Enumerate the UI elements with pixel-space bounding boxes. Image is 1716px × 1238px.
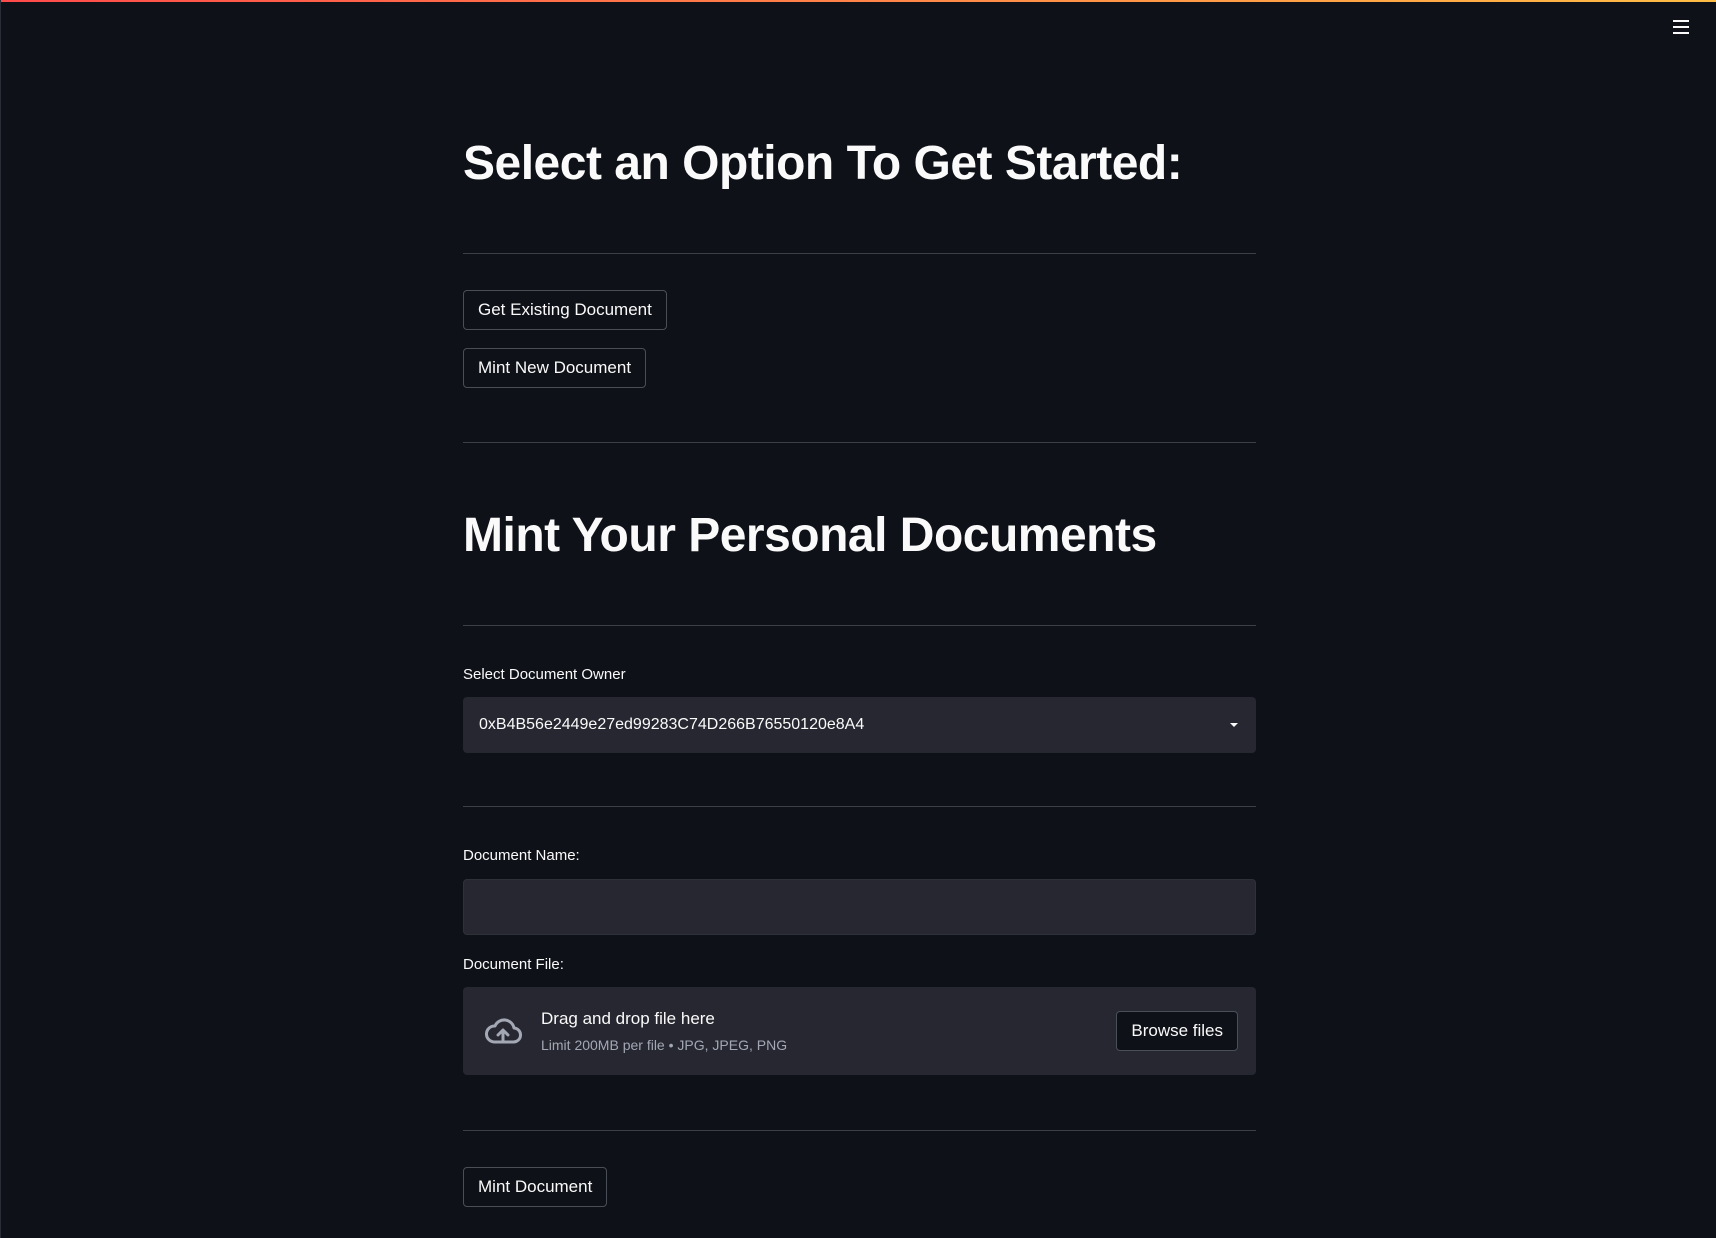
cloud-upload-icon	[481, 1009, 525, 1053]
page-title-mint-documents: Mint Your Personal Documents	[463, 509, 1157, 562]
divider	[463, 1130, 1256, 1131]
divider	[463, 806, 1256, 807]
page-title-select-option: Select an Option To Get Started:	[463, 137, 1183, 190]
get-existing-document-button[interactable]: Get Existing Document	[463, 290, 667, 330]
document-name-input[interactable]	[463, 879, 1256, 935]
divider	[463, 625, 1256, 626]
browse-files-button[interactable]: Browse files	[1116, 1011, 1238, 1051]
divider	[463, 442, 1256, 443]
file-uploader-dropzone[interactable]: Drag and drop file here Limit 200MB per …	[463, 987, 1256, 1075]
dropzone-title: Drag and drop file here	[541, 1009, 715, 1028]
mint-document-button[interactable]: Mint Document	[463, 1167, 608, 1207]
document-name-label: Document Name:	[463, 847, 580, 864]
dropzone-limits: Limit 200MB per file • JPG, JPEG, PNG	[541, 1037, 788, 1053]
document-owner-selected-value: 0xB4B56e2449e27ed99283C74D266B76550120e8…	[479, 716, 865, 733]
app-root: Select an Option To Get Started: Get Exi…	[0, 0, 1716, 1238]
top-decoration-bar	[1, 0, 1716, 2]
document-owner-select[interactable]: 0xB4B56e2449e27ed99283C74D266B76550120e8…	[463, 697, 1256, 753]
caret-down-icon	[1228, 716, 1240, 734]
mint-new-document-button[interactable]: Mint New Document	[463, 348, 647, 388]
hamburger-menu-icon[interactable]	[1668, 14, 1694, 40]
dropzone-text: Drag and drop file here Limit 200MB per …	[541, 1009, 1116, 1053]
document-file-label: Document File:	[463, 956, 564, 973]
document-owner-label: Select Document Owner	[463, 666, 626, 683]
divider	[463, 253, 1256, 254]
